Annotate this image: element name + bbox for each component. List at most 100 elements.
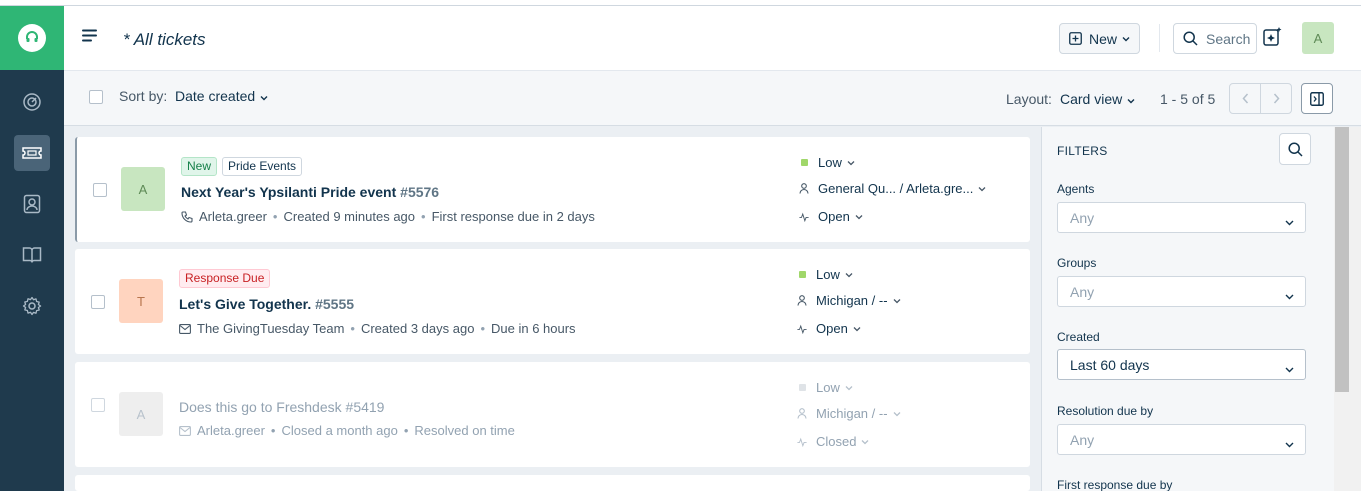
- ticket-number: #5555: [315, 296, 355, 312]
- created-filter-label: Created: [1057, 330, 1100, 344]
- person-icon: [797, 408, 807, 419]
- contacts-icon[interactable]: [14, 186, 50, 222]
- knowledge-base-icon[interactable]: [14, 237, 50, 273]
- search-label: Search: [1206, 30, 1251, 47]
- person-icon: [797, 295, 807, 306]
- requester-name[interactable]: Arleta.greer: [197, 423, 265, 438]
- status-value: Open: [816, 321, 848, 336]
- due-status: Resolved on time: [414, 423, 515, 438]
- ticket-subject: Let's Give Together.: [179, 296, 312, 312]
- status-dropdown[interactable]: Open: [799, 209, 863, 224]
- priority-dropdown[interactable]: Low: [799, 155, 855, 170]
- ticket-subject-link[interactable]: Next Year's Ypsilanti Pride event #5576: [181, 184, 439, 200]
- assignee-value: General Qu... / Arleta.gre...: [818, 181, 974, 196]
- ticket-checkbox[interactable]: [91, 295, 105, 309]
- sidebar: [0, 6, 64, 491]
- resolution-filter-select[interactable]: Any: [1057, 424, 1306, 455]
- response-due-tag: Response Due: [179, 269, 271, 288]
- requester-name[interactable]: The GivingTuesday Team: [197, 321, 344, 336]
- group-tag: Pride Events: [222, 157, 303, 176]
- requester-avatar: A: [121, 167, 165, 211]
- ticket-checkbox[interactable]: [91, 398, 105, 412]
- requester-avatar: A: [119, 392, 163, 436]
- priority-value: Low: [816, 267, 840, 282]
- scrollbar-thumb[interactable]: [1335, 127, 1349, 392]
- settings-gear-icon[interactable]: [14, 288, 50, 324]
- ticket-card[interactable]: A Does this go to Freshdesk #5419 Arleta…: [75, 362, 1030, 467]
- ticket-card[interactable]: [75, 475, 1030, 491]
- priority-value: Low: [816, 380, 840, 395]
- status-dropdown[interactable]: Closed: [797, 434, 869, 449]
- filters-panel: FILTERS Agents Any Groups Any Created La…: [1041, 127, 1334, 491]
- chevron-down-icon: [855, 214, 863, 220]
- ticket-checkbox[interactable]: [93, 183, 107, 197]
- assignee-dropdown[interactable]: Michigan / --: [797, 406, 901, 421]
- dashboard-icon[interactable]: [14, 84, 50, 120]
- requester-name[interactable]: Arleta.greer: [199, 209, 267, 224]
- groups-filter-select[interactable]: Any: [1057, 276, 1306, 307]
- assignee-dropdown[interactable]: Michigan / --: [797, 293, 901, 308]
- chevron-down-icon: [1127, 98, 1135, 104]
- previous-page-button[interactable]: [1229, 83, 1261, 114]
- pagination-count: 1 - 5 of 5: [1160, 91, 1216, 107]
- chevron-down-icon: [1285, 287, 1294, 303]
- ticket-subject-link[interactable]: Does this go to Freshdesk #5419: [179, 399, 384, 415]
- chevron-down-icon: [1285, 435, 1294, 451]
- page-title: * All tickets: [123, 30, 206, 49]
- menu-toggle-icon[interactable]: [82, 28, 98, 49]
- status-value: Open: [818, 209, 850, 224]
- ticket-meta: Arleta.greer • Created 9 minutes ago • F…: [181, 209, 595, 224]
- priority-indicator-icon: [799, 159, 809, 166]
- filters-title: FILTERS: [1057, 144, 1108, 158]
- ticket-subject: Does this go to Freshdesk: [179, 399, 342, 415]
- activity-icon: [799, 212, 809, 222]
- plus-square-icon: [1069, 32, 1082, 45]
- new-button[interactable]: New: [1059, 23, 1140, 54]
- sort-by-dropdown[interactable]: Date created: [175, 88, 268, 104]
- person-icon: [799, 183, 809, 194]
- next-page-button[interactable]: [1260, 83, 1292, 114]
- priority-dropdown[interactable]: Low: [797, 267, 853, 282]
- status-dropdown[interactable]: Open: [797, 321, 861, 336]
- layout-dropdown[interactable]: Card view: [1060, 91, 1135, 107]
- chevron-down-icon: [845, 385, 853, 391]
- chevron-down-icon: [847, 160, 855, 166]
- chevron-down-icon: [1285, 213, 1294, 229]
- filter-search-button[interactable]: [1279, 133, 1311, 165]
- app-logo[interactable]: [0, 6, 64, 70]
- search-button[interactable]: Search: [1173, 23, 1257, 54]
- assignee-dropdown[interactable]: General Qu... / Arleta.gre...: [799, 181, 986, 196]
- phone-icon: [181, 210, 193, 223]
- filters-scrollbar[interactable]: [1334, 127, 1361, 491]
- ticket-card[interactable]: A New Pride Events Next Year's Ypsilanti…: [75, 137, 1030, 242]
- created-time: Created 9 minutes ago: [283, 209, 416, 224]
- tickets-icon[interactable]: [14, 135, 50, 171]
- due-status: Due in 6 hours: [491, 321, 576, 336]
- requester-avatar: T: [119, 279, 163, 323]
- ticket-meta: Arleta.greer • Closed a month ago • Reso…: [179, 423, 515, 438]
- priority-dropdown[interactable]: Low: [797, 380, 853, 395]
- select-all-checkbox[interactable]: [89, 90, 103, 104]
- agents-filter-label: Agents: [1057, 182, 1095, 196]
- chevron-down-icon: [1285, 360, 1294, 376]
- due-status: First response due in 2 days: [431, 209, 595, 224]
- chevron-left-icon: [1241, 93, 1248, 104]
- agents-filter-select[interactable]: Any: [1057, 202, 1306, 233]
- header-divider: [1159, 24, 1160, 52]
- ticket-card[interactable]: T Response Due Let's Give Together. #555…: [75, 249, 1030, 354]
- activity-icon: [797, 324, 807, 334]
- user-avatar[interactable]: A: [1302, 22, 1334, 54]
- toggle-filter-panel-button[interactable]: [1301, 83, 1333, 114]
- ticket-subject-link[interactable]: Let's Give Together. #5555: [179, 296, 354, 312]
- agents-filter-value: Any: [1070, 209, 1095, 226]
- chevron-down-icon: [853, 326, 861, 332]
- search-icon: [1287, 141, 1303, 157]
- chevron-down-icon: [893, 411, 901, 417]
- new-tag: New: [181, 157, 218, 176]
- ticket-tags: New Pride Events: [181, 157, 303, 176]
- resolution-filter-value: Any: [1070, 431, 1095, 448]
- ai-sparkle-icon[interactable]: [1262, 26, 1284, 53]
- email-icon: [179, 425, 191, 436]
- priority-value: Low: [818, 155, 842, 170]
- created-filter-select[interactable]: Last 60 days: [1057, 349, 1306, 380]
